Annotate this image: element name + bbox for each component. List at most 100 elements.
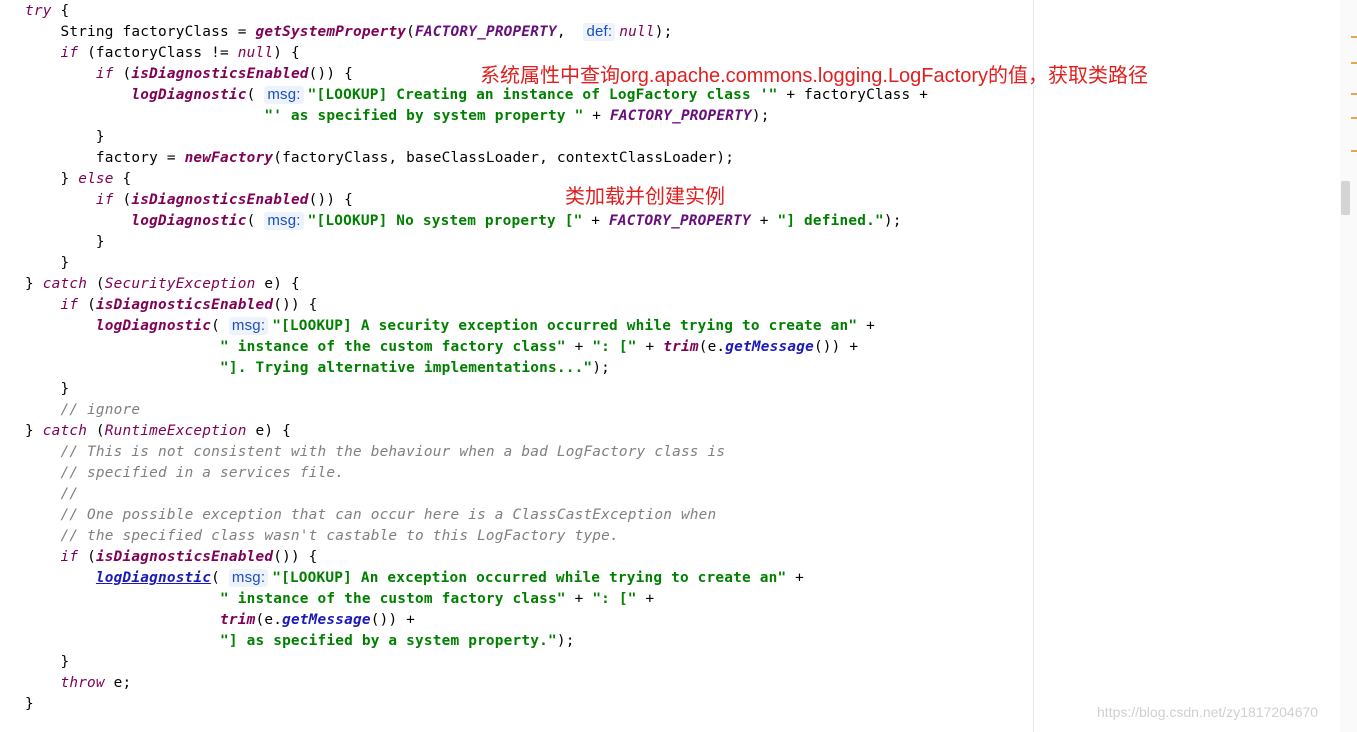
code-token: // [60, 486, 79, 502]
code-token: // the specified class wasn't castable t… [60, 528, 619, 544]
code-token: trim [663, 339, 699, 355]
code-line[interactable]: " instance of the custom factory class" … [25, 589, 654, 610]
code-line[interactable]: } [25, 253, 69, 274]
code-line[interactable]: String factoryClass = getSystemProperty(… [25, 22, 673, 43]
code-line[interactable]: factory = newFactory(factoryClass, baseC… [25, 148, 734, 169]
code-token: ": [" [592, 339, 637, 355]
code-token: getMessage [725, 339, 814, 355]
code-token: + factoryClass + [777, 87, 929, 103]
code-token: ); [883, 213, 902, 229]
code-line[interactable]: try { [25, 1, 69, 22]
code-token: ) { [273, 45, 300, 61]
warning-marker[interactable] [1351, 36, 1357, 38]
code-token: ( [406, 24, 416, 40]
code-line[interactable]: } [25, 127, 105, 148]
code-line[interactable]: } [25, 232, 105, 253]
code-token: SecurityException [104, 276, 256, 292]
code-line[interactable]: // [25, 484, 78, 505]
code-token: // This is not consistent with the behav… [60, 444, 726, 460]
code-token: ()) + [370, 612, 416, 628]
code-token: } [60, 654, 70, 670]
warning-marker[interactable] [1351, 62, 1357, 64]
code-token: if [60, 549, 79, 565]
code-token: ( [78, 297, 96, 313]
code-token: logDiagnostic [131, 213, 247, 229]
code-line[interactable]: if (isDiagnosticsEnabled()) { [25, 64, 353, 85]
code-token: getMessage [282, 612, 371, 628]
system-property-annotation: 系统属性中查询org.apache.commons.logging.LogFac… [480, 65, 1148, 87]
warning-marker[interactable] [1351, 117, 1357, 119]
code-token: RuntimeException [104, 423, 247, 439]
code-token: null [237, 45, 274, 61]
code-line[interactable]: if (isDiagnosticsEnabled()) { [25, 295, 318, 316]
code-line[interactable]: if (isDiagnosticsEnabled()) { [25, 547, 318, 568]
code-token: + [636, 339, 664, 355]
code-token: FACTORY_PROPERTY [415, 24, 557, 40]
code-token: isDiagnosticsEnabled [95, 297, 274, 313]
code-token: ()) { [308, 192, 353, 208]
code-line[interactable]: } [25, 652, 69, 673]
code-token: // specified in a services file. [60, 465, 345, 481]
scrollbar-thumb[interactable] [1341, 181, 1350, 215]
code-line[interactable]: throw e; [25, 673, 131, 694]
code-token: + [636, 591, 655, 607]
code-token: ( [211, 570, 229, 586]
right-margin-guide [1033, 0, 1034, 732]
code-token: "] defined." [777, 213, 884, 229]
code-token: FACTORY_PROPERTY [609, 213, 751, 229]
code-line[interactable]: } [25, 379, 69, 400]
code-line[interactable]: // One possible exception that can occur… [25, 505, 716, 526]
code-token: ); [592, 360, 611, 376]
code-line[interactable]: " instance of the custom factory class" … [25, 337, 858, 358]
code-line[interactable]: } else { [25, 169, 131, 190]
code-line[interactable]: } catch (SecurityException e) { [25, 274, 300, 295]
code-line[interactable]: trim(e.getMessage()) + [25, 610, 415, 631]
code-token: else [78, 171, 114, 187]
code-line[interactable]: "' as specified by system property " + F… [25, 106, 770, 127]
code-line[interactable]: } catch (RuntimeException e) { [25, 421, 291, 442]
code-token: ( [78, 549, 96, 565]
code-line[interactable]: if (factoryClass != null) { [25, 43, 300, 64]
code-token: FACTORY_PROPERTY [610, 108, 752, 124]
code-editor[interactable]: try { String factoryClass = getSystemPro… [0, 0, 1357, 732]
code-token: } [95, 234, 105, 250]
warning-marker[interactable] [1351, 93, 1357, 95]
parameter-hint: msg: [264, 86, 304, 104]
code-token: + [583, 108, 611, 124]
code-line[interactable]: // ignore [25, 400, 140, 421]
code-token: } [25, 276, 43, 292]
code-line[interactable]: logDiagnostic( msg: "[LOOKUP] Creating an… [25, 85, 928, 106]
code-token: } [60, 255, 70, 271]
code-token: factory = [95, 150, 185, 166]
code-token: "] as specified by a system property." [220, 633, 557, 649]
code-line[interactable]: // specified in a services file. [25, 463, 344, 484]
code-token: ( [113, 192, 132, 208]
code-token: "[LOOKUP] Creating an instance of LogFac… [307, 87, 778, 103]
code-token: ); [654, 24, 673, 40]
code-line[interactable]: // the specified class wasn't castable t… [25, 526, 619, 547]
code-line[interactable]: logDiagnostic( msg: "[LOOKUP] A security … [25, 316, 875, 337]
code-line[interactable]: } [25, 694, 34, 715]
code-token: e) { [246, 423, 291, 439]
code-line[interactable]: logDiagnostic( msg: "[LOOKUP] An exceptio… [25, 568, 804, 589]
code-line[interactable]: "]. Trying alternative implementations..… [25, 358, 610, 379]
code-token: newFactory [184, 150, 274, 166]
code-line[interactable]: "] as specified by a system property."); [25, 631, 575, 652]
code-line[interactable]: logDiagnostic( msg: "[LOOKUP] No system p… [25, 211, 902, 232]
warning-marker[interactable] [1351, 150, 1357, 152]
code-line[interactable]: if (isDiagnosticsEnabled()) { [25, 190, 353, 211]
error-stripe-gutter[interactable] [1340, 0, 1357, 732]
code-line[interactable]: // This is not consistent with the behav… [25, 442, 725, 463]
